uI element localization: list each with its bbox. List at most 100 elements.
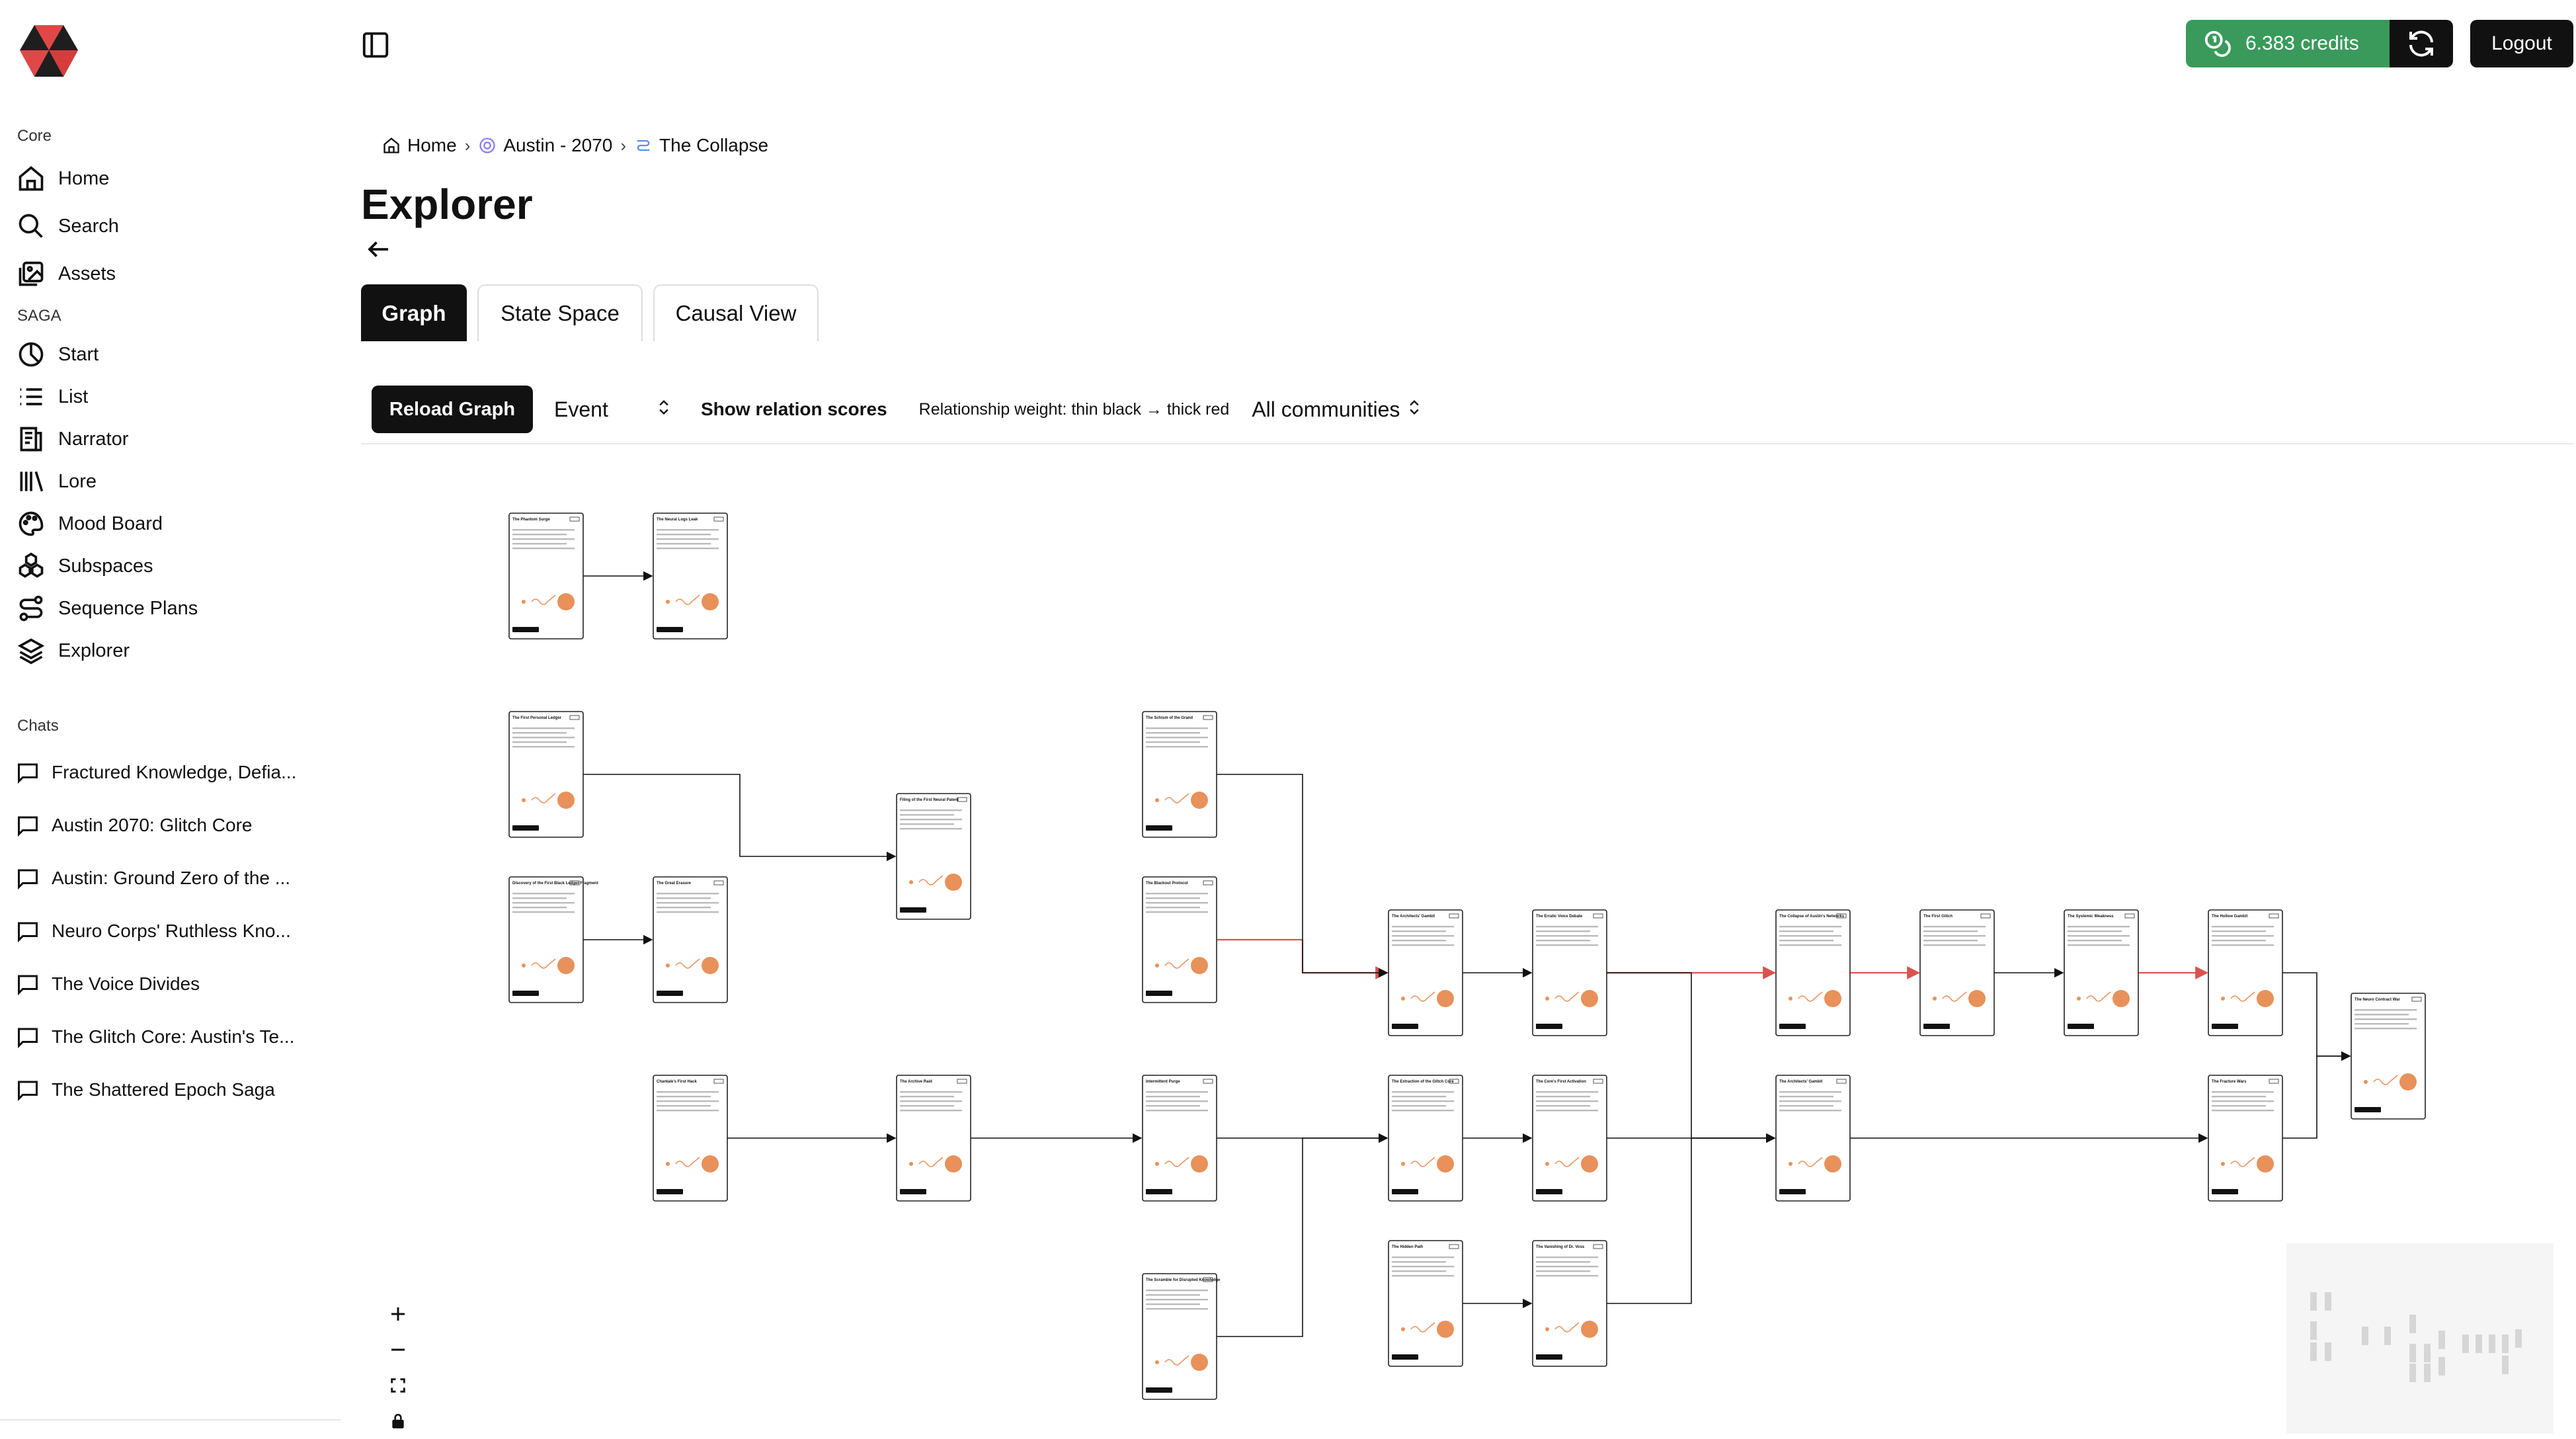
graph-node[interactable]: The Schism of the Grand xyxy=(1142,711,1217,838)
node-generate-button[interactable] xyxy=(1536,1189,1562,1194)
node-text-line xyxy=(1536,1091,1598,1093)
tab-state-space[interactable]: State Space xyxy=(477,284,643,341)
sidebar-item-home[interactable]: Home xyxy=(15,160,109,197)
credits-button[interactable]: 6.383 credits xyxy=(2186,20,2390,67)
graph-node[interactable]: The Fracture Wars xyxy=(2208,1075,2283,1202)
node-generate-button[interactable] xyxy=(1146,991,1172,996)
node-text-line xyxy=(512,732,567,734)
node-generate-button[interactable] xyxy=(1779,1024,1806,1029)
node-generate-button[interactable] xyxy=(2068,1024,2094,1029)
breadcrumb-home[interactable]: Home xyxy=(382,135,457,156)
fit-view-button[interactable] xyxy=(378,1368,418,1403)
node-generate-button[interactable] xyxy=(1392,1024,1418,1029)
graph-edge[interactable] xyxy=(2282,1051,2351,1139)
graph-node[interactable]: The First Glitch xyxy=(1919,909,1995,1036)
graph-node[interactable]: The Neural Logs Leak xyxy=(653,513,728,639)
node-generate-button[interactable] xyxy=(900,907,926,913)
back-button[interactable] xyxy=(362,233,395,266)
node-generate-button[interactable] xyxy=(1146,825,1172,831)
graph-edge[interactable] xyxy=(1607,1133,1776,1304)
node-generate-button[interactable] xyxy=(512,825,539,831)
graph-node[interactable]: Intermittent Purge xyxy=(1142,1075,1217,1202)
graph-minimap[interactable] xyxy=(2286,1243,2554,1434)
refresh-credits-button[interactable] xyxy=(2390,20,2453,67)
graph-node[interactable]: The Erratic Voice Debate xyxy=(1532,909,1607,1036)
graph-node[interactable]: The Phantom Surge xyxy=(508,513,584,639)
graph-node[interactable]: The Archive Raid xyxy=(896,1075,971,1202)
graph-node[interactable]: The Great Erasure xyxy=(653,876,728,1003)
node-generate-button[interactable] xyxy=(657,991,683,996)
node-generate-button[interactable] xyxy=(2355,1107,2381,1112)
graph-edge[interactable] xyxy=(2282,972,2351,1061)
node-generate-button[interactable] xyxy=(1146,1387,1172,1393)
node-generate-button[interactable] xyxy=(1536,1024,1562,1029)
chat-item[interactable]: Austin 2070: Glitch Core xyxy=(15,807,253,844)
node-generate-button[interactable] xyxy=(2212,1024,2238,1029)
graph-node[interactable]: The Hollow Gambit xyxy=(2208,909,2283,1036)
logout-button[interactable]: Logout xyxy=(2470,20,2573,67)
graph-node[interactable]: The Architects' Gambit xyxy=(1388,909,1463,1036)
graph-node[interactable]: The Blackout Protocol xyxy=(1142,876,1217,1003)
community-select[interactable]: All communities xyxy=(1252,397,1424,422)
graph-node[interactable]: Chantale's First Hack xyxy=(653,1075,728,1202)
zoom-in-button[interactable] xyxy=(378,1296,418,1332)
sidebar-item-start[interactable]: Start xyxy=(15,336,99,373)
node-generate-button[interactable] xyxy=(2212,1189,2238,1194)
node-generate-button[interactable] xyxy=(657,627,683,632)
node-generate-button[interactable] xyxy=(1392,1189,1418,1194)
sidebar-item-explorer[interactable]: Explorer xyxy=(15,632,130,669)
chat-item[interactable]: Neuro Corps' Ruthless Kno... xyxy=(15,913,291,950)
graph-node[interactable]: The Vanishing of Dr. Voss xyxy=(1532,1240,1607,1367)
show-relation-scores-toggle[interactable]: Show relation scores xyxy=(701,399,887,420)
entity-type-select[interactable]: Event xyxy=(554,397,673,422)
graph-edge[interactable] xyxy=(1217,938,1389,979)
node-generate-button[interactable] xyxy=(512,991,539,996)
graph-node[interactable]: The Systemic Weakness xyxy=(2064,909,2139,1036)
breadcrumb-page[interactable]: The Collapse xyxy=(634,135,768,156)
sidebar-toggle-button[interactable] xyxy=(357,26,394,63)
chat-item[interactable]: The Voice Divides xyxy=(15,966,200,1003)
chat-item[interactable]: Austin: Ground Zero of the ... xyxy=(15,860,290,897)
graph-edge[interactable] xyxy=(583,774,897,862)
graph-node[interactable]: The Extraction of the Glitch Core xyxy=(1388,1075,1463,1202)
sidebar-item-lore[interactable]: Lore xyxy=(15,463,97,500)
graph-node[interactable]: The Core's First Activation xyxy=(1532,1075,1607,1202)
graph-node[interactable]: The Neuro Contract War xyxy=(2351,993,2426,1120)
sidebar-item-assets[interactable]: Assets xyxy=(15,255,116,292)
graph-node[interactable]: The Scramble for Disrupted Knowledge xyxy=(1142,1273,1221,1400)
sidebar-item-sequence-plans[interactable]: Sequence Plans xyxy=(15,590,198,627)
node-generate-button[interactable] xyxy=(1536,1354,1562,1360)
node-text-line xyxy=(2068,940,2122,942)
graph-node[interactable]: The Hidden Path xyxy=(1388,1240,1463,1367)
node-generate-button[interactable] xyxy=(900,1189,926,1194)
chat-item[interactable]: The Glitch Core: Austin's Te... xyxy=(15,1018,294,1055)
app-logo[interactable] xyxy=(20,25,78,77)
graph-node[interactable]: The First Personal Ledger xyxy=(508,711,584,838)
breadcrumb-saga[interactable]: Austin - 2070 xyxy=(478,135,612,156)
node-text-line xyxy=(657,1100,719,1102)
node-generate-button[interactable] xyxy=(1779,1189,1806,1194)
graph-node[interactable]: Filing of the First Neural Patent xyxy=(896,793,971,920)
sidebar-item-mood-board[interactable]: Mood Board xyxy=(15,505,163,542)
graph-edge[interactable] xyxy=(1217,1133,1389,1337)
sidebar-item-list[interactable]: List xyxy=(15,378,88,415)
graph-node[interactable]: The Architects' Gambit xyxy=(1775,1075,1851,1202)
zoom-out-button[interactable] xyxy=(378,1332,418,1368)
chat-item[interactable]: The Shattered Epoch Saga xyxy=(15,1071,275,1108)
node-dot xyxy=(1401,1162,1405,1166)
reload-graph-button[interactable]: Reload Graph xyxy=(372,386,533,433)
node-generate-button[interactable] xyxy=(1146,1189,1172,1194)
graph-edge[interactable] xyxy=(1607,972,1776,1143)
node-generate-button[interactable] xyxy=(1923,1024,1950,1029)
node-generate-button[interactable] xyxy=(1392,1354,1418,1360)
tab-causal-view[interactable]: Causal View xyxy=(653,284,819,341)
sidebar-item-subspaces[interactable]: Subspaces xyxy=(15,548,153,585)
sidebar-item-search[interactable]: Search xyxy=(15,208,119,245)
graph-canvas[interactable]: The Phantom Surge The Neural Logs Leak The… xyxy=(361,450,2573,1434)
chat-item[interactable]: Fractured Knowledge, Defia... xyxy=(15,754,296,791)
tab-graph[interactable]: Graph xyxy=(361,284,467,341)
graph-node[interactable]: The Collapse of Austin's Networks xyxy=(1775,909,1851,1036)
sidebar-item-narrator[interactable]: Narrator xyxy=(15,421,128,458)
node-generate-button[interactable] xyxy=(657,1189,683,1194)
node-generate-button[interactable] xyxy=(512,627,539,632)
